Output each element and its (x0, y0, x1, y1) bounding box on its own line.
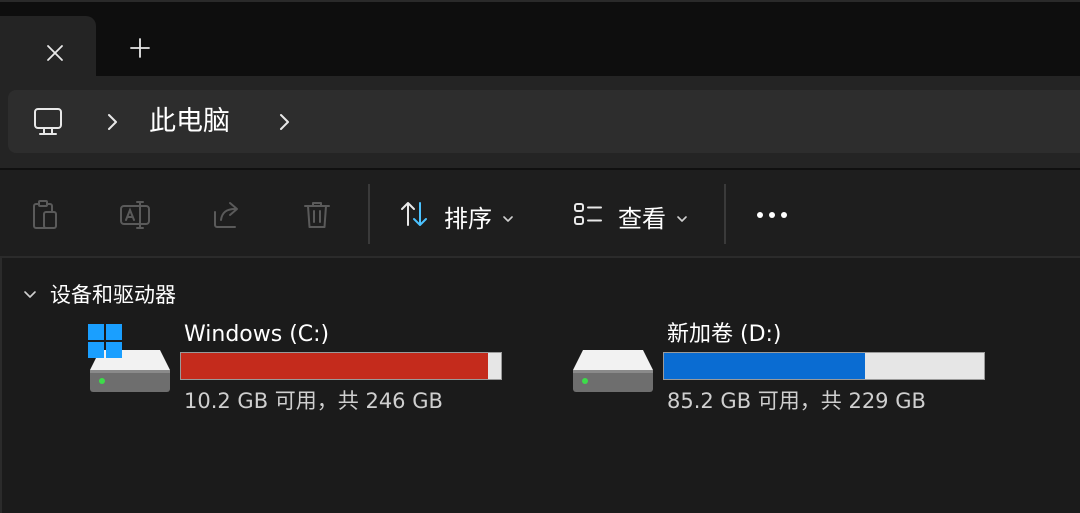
file-view: 设备和驱动器 Windows (C:) 10.2 GB 可用，共 246 GB (0, 256, 1080, 513)
drive-usage-bar (180, 352, 502, 380)
active-tab[interactable] (0, 16, 96, 78)
address-area: 此电脑 (0, 76, 1080, 168)
drive-usage-fill (664, 353, 865, 379)
chevron-down-icon (502, 210, 514, 222)
computer-icon[interactable] (32, 106, 64, 138)
drive-free-space: 85.2 GB 可用，共 229 GB (667, 389, 926, 413)
breadcrumb-this-pc[interactable]: 此电脑 (149, 104, 230, 140)
sort-label: 排序 (444, 204, 492, 233)
command-bar: 排序 查看 (0, 170, 1080, 256)
chevron-down-icon (676, 210, 688, 222)
group-title: 设备和驱动器 (50, 283, 176, 307)
address-bar[interactable]: 此电脑 (8, 90, 1080, 153)
drive-free-space: 10.2 GB 可用，共 246 GB (184, 389, 443, 413)
chevron-down-icon (22, 286, 38, 302)
chevron-right-icon[interactable] (100, 110, 124, 134)
drive-name: 新加卷 (D:) (667, 322, 782, 347)
delete-icon[interactable] (300, 198, 334, 232)
sort-button[interactable]: 排序 (398, 196, 514, 236)
copy-icon[interactable] (28, 198, 62, 232)
chevron-right-icon[interactable] (272, 110, 296, 134)
view-icon (572, 198, 604, 234)
drive-item-d[interactable]: 新加卷 (D:) 85.2 GB 可用，共 229 GB (571, 320, 991, 420)
drive-name: Windows (C:) (184, 322, 330, 347)
windows-logo-icon (88, 324, 122, 358)
title-bar (0, 0, 1080, 78)
more-icon[interactable] (752, 204, 792, 226)
rename-icon[interactable] (118, 198, 152, 232)
hard-drive-icon (571, 348, 655, 394)
share-icon[interactable] (210, 198, 244, 232)
view-button[interactable]: 查看 (572, 196, 688, 236)
close-icon[interactable] (40, 38, 70, 68)
group-header-devices[interactable]: 设备和驱动器 (22, 280, 176, 308)
plus-icon[interactable] (124, 32, 156, 64)
drive-usage-fill (181, 353, 488, 379)
drive-item-c[interactable]: Windows (C:) 10.2 GB 可用，共 246 GB (88, 320, 508, 420)
drive-usage-bar (663, 352, 985, 380)
view-label: 查看 (618, 204, 666, 233)
toolbar-divider (368, 184, 370, 244)
toolbar-divider (724, 184, 726, 244)
sort-icon (398, 198, 430, 234)
